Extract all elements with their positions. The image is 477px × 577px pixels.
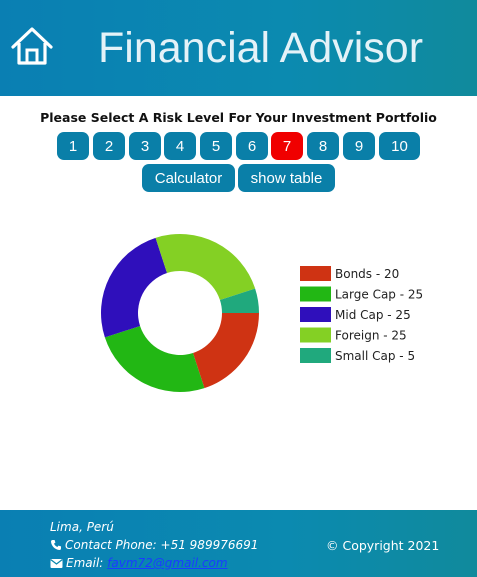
risk-level-10-button[interactable]: 10	[379, 132, 420, 160]
donut-slice-large-cap[interactable]	[104, 325, 205, 392]
risk-level-1-button[interactable]: 1	[57, 132, 89, 160]
risk-prompt: Please Select A Risk Level For Your Inve…	[40, 110, 437, 125]
copyright-text: © Copyright 2021	[326, 538, 440, 553]
risk-level-6-button[interactable]: 6	[236, 132, 268, 160]
footer-phone-text: Contact Phone: +51 989976691	[65, 538, 259, 552]
show-table-button[interactable]: show table	[238, 164, 335, 192]
footer-phone: Contact Phone: +51 989976691	[50, 538, 258, 552]
legend-swatch-bonds[interactable]	[300, 266, 331, 281]
legend-label-large-cap: Large Cap - 25	[335, 288, 423, 302]
footer-email-label: Email:	[66, 556, 108, 570]
home-icon[interactable]	[10, 24, 54, 68]
donut-slice-foreign[interactable]	[155, 234, 256, 301]
risk-level-9-button[interactable]: 9	[343, 132, 375, 160]
risk-level-4-button[interactable]: 4	[164, 132, 196, 160]
calculator-button[interactable]: Calculator	[142, 164, 235, 192]
envelope-icon	[50, 559, 63, 568]
allocation-donut-chart: Bonds - 20 Large Cap - 25 Mid Cap - 25 Fore…	[101, 234, 423, 392]
email-link[interactable]: favm72@gmail.com	[107, 556, 227, 570]
legend-label-small-cap: Small Cap - 5	[335, 349, 415, 363]
legend-swatch-small-cap[interactable]	[300, 348, 331, 363]
donut-slice-bonds[interactable]	[192, 313, 259, 389]
risk-level-3-button[interactable]: 3	[129, 132, 161, 160]
legend-label-bonds: Bonds - 20	[335, 267, 399, 281]
risk-level-2-button[interactable]: 2	[93, 132, 125, 160]
footer: Lima, Perú Contact Phone: +51 989976691 …	[0, 510, 477, 577]
legend-label-mid-cap: Mid Cap - 25	[335, 308, 411, 322]
footer-location: Lima, Perú	[50, 520, 114, 534]
header: Financial Advisor	[0, 0, 477, 96]
legend-swatch-mid-cap[interactable]	[300, 307, 331, 322]
risk-level-8-button[interactable]: 8	[307, 132, 339, 160]
donut-slice-mid-cap[interactable]	[101, 237, 168, 338]
risk-level-7-button[interactable]: 7	[271, 132, 303, 160]
phone-icon	[51, 540, 61, 550]
page-title: Financial Advisor	[98, 24, 424, 72]
legend-swatch-large-cap[interactable]	[300, 286, 331, 302]
footer-email: Email: favm72@gmail.com	[50, 556, 228, 570]
legend-swatch-foreign[interactable]	[300, 327, 331, 343]
legend-label-foreign: Foreign - 25	[335, 329, 407, 343]
risk-level-5-button[interactable]: 5	[200, 132, 232, 160]
